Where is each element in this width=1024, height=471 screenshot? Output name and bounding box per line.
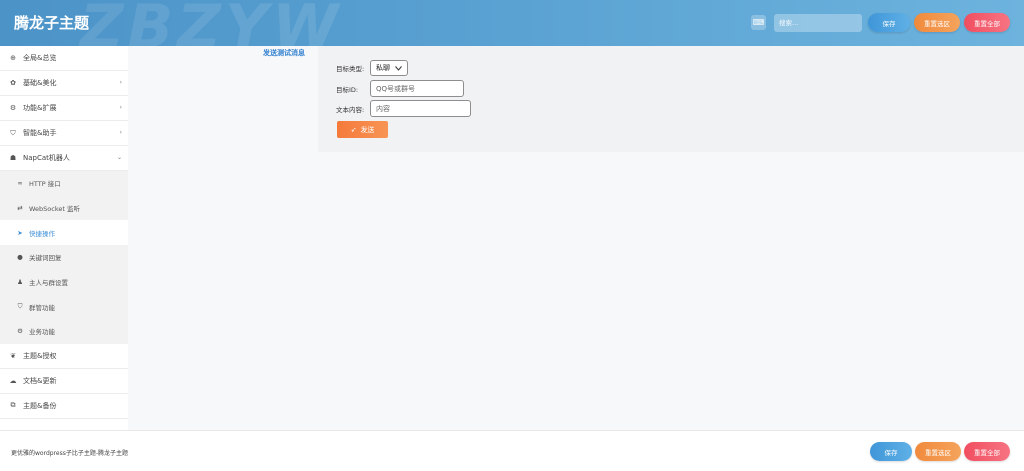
subnav-item-label: 群管功能 [29,303,55,312]
footer-text: 更优雅的wordpress子比子主题-腾龙子主题 [11,450,129,457]
target-id-row: 目标ID: [336,80,464,97]
sidebar-item-label: 主题&备份 [23,401,57,410]
search-input[interactable] [774,13,862,32]
shield-icon: ⛉ [10,128,16,137]
reset-all-button[interactable]: 重置全部 [964,13,1010,32]
laurel-icon: ❦ [10,351,16,360]
chevron-right-icon: › [119,129,122,136]
sidebar-item-label: 全局&总览 [23,54,57,62]
subnav-item-label: WebSocket 监听 [29,205,80,214]
cloud-icon: ☁ [9,376,17,385]
chevron-right-icon: › [119,104,122,111]
target-type-value: 私聊 [376,64,390,72]
link-icon: ∞ [17,179,23,188]
reset-section-button[interactable]: 重置选区 [914,13,960,32]
top-header: ZBZYW 腾龙子主题 ⌨ 保存 重置选区 重置全部 [0,0,1024,46]
app-title: 腾龙子主题 [14,14,90,32]
sidebar-item-label: NapCat机器人 [23,154,70,162]
subnav-item-http[interactable]: ∞ HTTP 接口 [0,171,128,196]
panel-label: 发送测试消息 [263,49,305,57]
chevron-down-icon [395,65,402,71]
subnav-item-label: 关键词回复 [29,254,62,263]
send-button-label: 发送 [360,125,375,134]
sidebar-item-docs[interactable]: ☁ 文档&更新 [0,369,128,394]
copy-icon: ⧉ [10,401,16,410]
subnav-item-label: HTTP 接口 [29,180,61,189]
subnav-item-business[interactable]: ⚙ 业务功能 [0,319,128,344]
header-watermark: ZBZYW [80,0,343,46]
subnav-item-keyword-reply[interactable]: ● 关键词回复 [0,245,128,270]
sidebar-item-label: 功能&扩展 [23,104,57,112]
sidebar-item-label: 文档&更新 [23,376,57,385]
send-message-form: 目标类型: 私聊 目标ID: 文本内容: ➶ 发送 [318,46,1024,152]
subnav-item-owner-group[interactable]: ♟ 主人与群设置 [0,270,128,295]
text-content-row: 文本内容: [336,100,471,117]
swap-icon: ⇄ [17,204,23,213]
footer-reset-all-button[interactable]: 重置全部 [964,442,1010,461]
target-type-row: 目标类型: 私聊 [336,60,408,76]
footer: 更优雅的wordpress子比子主题-腾龙子主题 保存 重置选区 重置全部 [0,430,1024,471]
sidebar-item-overview[interactable]: ⊕ 全局&总览 [0,46,128,71]
sidebar-item-label: 主题&授权 [23,351,57,360]
bot-icon: ☗ [9,154,17,162]
shield-icon: ⛉ [17,302,23,311]
keyboard-icon[interactable]: ⌨ [751,15,766,30]
napcat-submenu: ∞ HTTP 接口 ⇄ WebSocket 监听 ➤ 快捷操作 ● 关键词回复 … [0,171,128,344]
save-button[interactable]: 保存 [868,13,910,32]
footer-toolbar: 保存 重置选区 重置全部 [870,442,1010,461]
text-content-label: 文本内容: [336,105,365,114]
subnav-item-quick-actions[interactable]: ➤ 快捷操作 [0,220,128,246]
gears-icon: ⚙ [17,327,23,336]
subnav-item-label: 主人与群设置 [29,279,68,288]
gear-icon: ✿ [10,79,16,87]
text-content-input[interactable] [370,100,471,117]
sidebar-item-napcat[interactable]: ☗ NapCat机器人 ⌄ [0,146,128,171]
header-toolbar: ⌨ 保存 重置选区 重置全部 [751,13,1010,32]
sidebar-item-basic[interactable]: ✿ 基础&美化 › [0,71,128,96]
chevron-right-icon: › [119,79,122,86]
footer-reset-section-button[interactable]: 重置选区 [915,442,961,461]
target-type-label: 目标类型: [336,65,365,73]
footer-save-button[interactable]: 保存 [870,442,912,461]
target-id-input[interactable] [370,80,464,97]
user-icon: ♟ [17,278,23,287]
sidebar-item-label: 智能&助手 [23,129,57,137]
sidebar-item-features[interactable]: ⚙ 功能&扩展 › [0,96,128,121]
paper-plane-icon: ➶ [350,125,357,134]
subnav-item-label: 快捷操作 [29,229,55,238]
subnav-item-group-admin[interactable]: ⛉ 群管功能 [0,294,128,319]
sidebar-item-license[interactable]: ❦ 主题&授权 [0,344,128,369]
cubes-icon: ⚙ [9,104,17,112]
sidebar: ⊕ 全局&总览 ✿ 基础&美化 › ⚙ 功能&扩展 › ⛉ 智能&助手 › ☗ … [0,46,128,430]
target-type-select[interactable]: 私聊 [370,60,408,76]
send-button[interactable]: ➶ 发送 [337,121,388,138]
sidebar-item-label: 基础&美化 [23,79,57,87]
send-icon: ➤ [17,228,23,237]
sidebar-item-backup[interactable]: ⧉ 主题&备份 [0,394,128,419]
chevron-down-icon: ⌄ [116,154,122,161]
subnav-item-websocket[interactable]: ⇄ WebSocket 监听 [0,196,128,221]
sidebar-item-ai[interactable]: ⛉ 智能&助手 › [0,121,128,146]
subnav-item-label: 业务功能 [29,328,55,337]
comment-icon: ● [17,253,23,262]
globe-icon: ⊕ [10,54,16,62]
target-id-label: 目标ID: [336,85,359,94]
main-content: 发送测试消息 目标类型: 私聊 目标ID: 文本内容: ➶ 发送 [128,46,1024,430]
